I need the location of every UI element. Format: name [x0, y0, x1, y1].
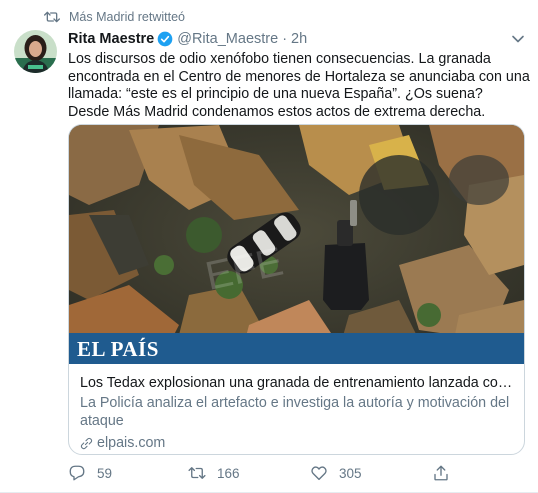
retweet-icon	[188, 467, 206, 479]
tweet[interactable]: Más Madrid retwitteó Rita Maestre @Rita_…	[0, 0, 538, 493]
reply-count: 59	[97, 465, 113, 481]
like-icon	[311, 466, 327, 481]
verified-badge-icon	[157, 31, 173, 47]
link-icon	[80, 437, 93, 449]
author-name[interactable]: Rita Maestre	[68, 31, 154, 47]
retweet-icon	[44, 11, 60, 23]
header-separator: ·	[282, 31, 288, 47]
tweet-header: Rita Maestre @Rita_Maestre · 2h	[68, 30, 307, 48]
card-meta[interactable]: Los Tedax explosionan una granada de ent…	[69, 364, 524, 454]
retweet-context-label: Más Madrid retwitteó	[69, 10, 186, 24]
card-image[interactable]: EFE	[69, 125, 524, 364]
tweet-text: Los discursos de odio xenófobo tienen co…	[68, 51, 530, 121]
tweet-text-line: Desde Más Madrid condenamos estos actos …	[68, 103, 486, 120]
like-count: 305	[339, 465, 362, 481]
share-icon	[434, 465, 448, 481]
share-button[interactable]	[432, 463, 461, 483]
card-title: Los Tedax explosionan una granada de ent…	[80, 375, 513, 391]
chevron-down-icon[interactable]	[511, 32, 525, 46]
reply-icon	[69, 465, 85, 481]
card-description: La Policía analiza el artefacto e invest…	[80, 395, 510, 429]
tweet-text-line: encontrada en el Centro de menores de Ho…	[68, 68, 530, 85]
card-domain: elpais.com	[80, 435, 513, 451]
tweet-timestamp[interactable]: 2h	[291, 31, 307, 47]
card-domain-text: elpais.com	[97, 435, 166, 451]
card-brand-bar: EL PAÍS	[69, 333, 524, 364]
tweet-text-line: Los discursos de odio xenófobo tienen co…	[68, 51, 491, 67]
reply-button[interactable]: 59	[68, 463, 112, 483]
avatar[interactable]	[14, 30, 57, 73]
retweet-button[interactable]: 166	[188, 463, 240, 483]
retweet-count: 166	[217, 465, 240, 481]
card-brand-logo: EL PAÍS	[77, 337, 159, 361]
retweet-context[interactable]: Más Madrid retwitteó	[44, 9, 185, 25]
link-card[interactable]: EFE EL PAÍS Los Tedax explosionan una gr…	[68, 124, 525, 455]
tweet-actions: 59 166 305	[68, 463, 528, 483]
like-button[interactable]: 305	[310, 463, 362, 483]
tweet-text-line: llamada: “este es el principio de una nu…	[68, 86, 483, 103]
author-handle[interactable]: @Rita_Maestre	[177, 31, 278, 47]
